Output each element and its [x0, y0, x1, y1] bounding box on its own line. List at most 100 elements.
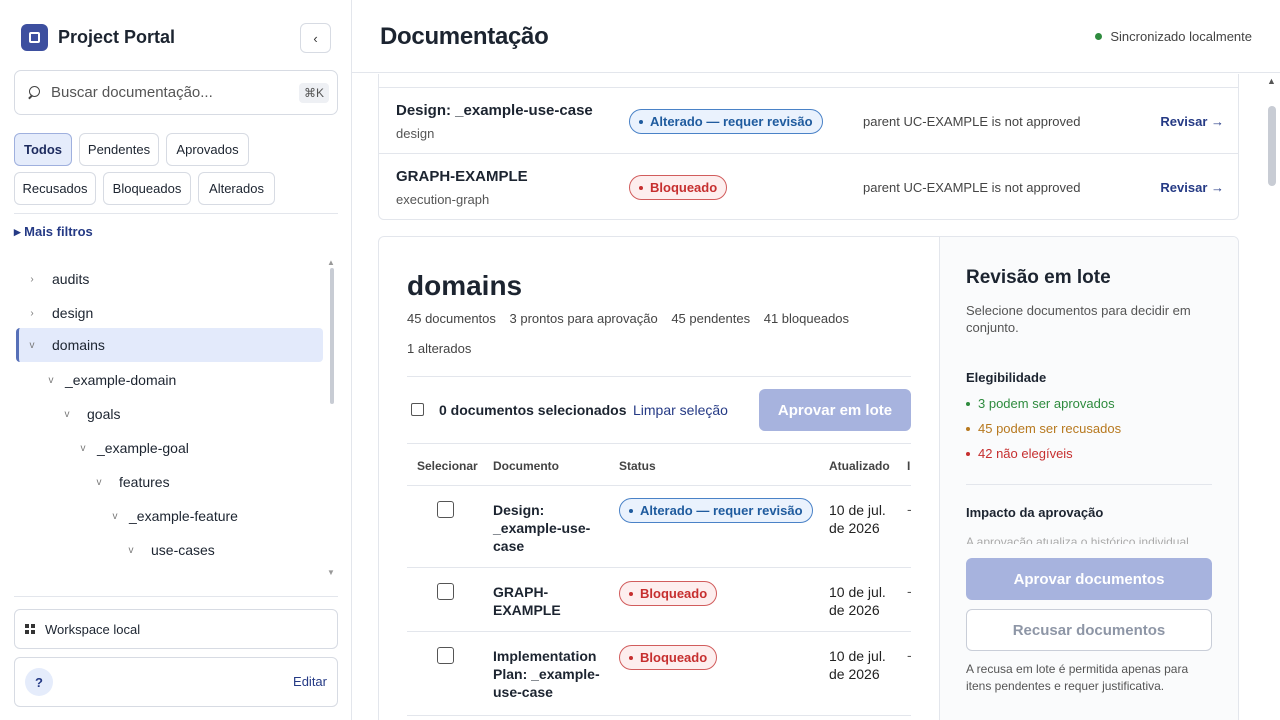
row-date: 10 de jul. de 2026 — [829, 502, 886, 536]
help-panel: ? Editar — [14, 657, 338, 707]
approve-documents-button[interactable]: Aprovar documentos — [966, 558, 1212, 600]
table-header: Selecionar Documento Status Atualizado I — [407, 443, 911, 486]
batch-review-description: Selecione documentos para decidir em con… — [966, 303, 1191, 335]
table-row[interactable]: Design: _example-use-case Alterado — req… — [407, 486, 911, 568]
batch-review-title: Revisão em lote — [966, 267, 1111, 288]
approve-batch-button[interactable]: Aprovar em lote — [759, 389, 911, 431]
search-icon — [27, 85, 41, 100]
workspace-selector[interactable]: Workspace local — [14, 609, 338, 649]
row-date: 10 de jul. de 2026 — [829, 648, 886, 682]
chevron-down-icon: v — [112, 510, 118, 522]
reject-documents-button[interactable]: Recusar documentos — [966, 609, 1212, 651]
filter-aprovados[interactable]: Aprovados — [166, 133, 249, 166]
status-badge: Bloqueado — [619, 645, 718, 670]
tree-item-use-cases[interactable]: v use-cases — [16, 533, 323, 567]
sidebar: Project Portal ‹ ⌘K Todos Pendentes Apro… — [0, 0, 352, 720]
tree-scrollbar[interactable] — [330, 268, 334, 404]
tree-item-label: design — [52, 305, 94, 321]
select-all-checkbox[interactable] — [411, 403, 424, 416]
tree-scroll-down-icon[interactable]: ▼ — [327, 568, 335, 577]
help-icon[interactable]: ? — [25, 668, 53, 696]
row-checkbox[interactable] — [437, 647, 454, 664]
chevron-right-icon: › — [30, 273, 34, 285]
filter-bloqueados[interactable]: Bloqueados — [103, 172, 191, 205]
tree-item-example-domain[interactable]: v _example-domain — [16, 363, 323, 397]
row-extra: - — [907, 501, 911, 517]
chevron-down-icon: v — [29, 339, 35, 351]
more-filters-toggle[interactable]: ▸ Mais filtros — [14, 224, 93, 240]
tree-item-label: domains — [52, 337, 105, 353]
row-date: 10 de jul. de 2026 — [829, 584, 886, 618]
main-scrollbar[interactable] — [1268, 106, 1276, 186]
row-document[interactable]: GRAPH-EXAMPLE — [493, 583, 601, 619]
review-link[interactable]: Revisar → — [1160, 180, 1224, 195]
col-header-select: Selecionar — [417, 459, 478, 473]
row-document[interactable]: Implementation Plan: _example-use-case — [493, 647, 601, 701]
row-document[interactable]: Design: _example-use-case — [493, 501, 601, 555]
tree-item-example-goal[interactable]: v _example-goal — [16, 431, 323, 465]
chevron-down-icon: v — [48, 374, 54, 386]
row-subtitle: execution-graph — [396, 192, 490, 207]
eligibility-title: Elegibilidade — [966, 370, 1047, 385]
brand[interactable]: Project Portal — [21, 24, 175, 51]
tree-item-label: audits — [52, 271, 90, 287]
chevron-right-icon: › — [30, 307, 34, 319]
row-checkbox[interactable] — [437, 501, 454, 518]
col-header-status[interactable]: Status — [619, 459, 656, 473]
tree-item-audits[interactable]: › audits — [16, 262, 323, 296]
clear-selection-link[interactable]: Limpar seleção — [633, 402, 728, 418]
tree-item-example-feature[interactable]: v _example-feature — [16, 499, 323, 533]
impact-title: Impacto da aprovação — [966, 505, 1104, 520]
workspace-label: Workspace local — [45, 621, 141, 637]
stat-changed: 1 alterados — [407, 341, 472, 356]
grid-icon — [25, 624, 35, 634]
tree-item-design[interactable]: › design — [16, 296, 323, 330]
table-row — [379, 74, 1238, 88]
tree-item-label: use-cases — [151, 542, 215, 558]
main-scroll-up-icon[interactable]: ▲ — [1267, 76, 1276, 86]
table-row[interactable]: GRAPH-EXAMPLE Bloqueado 10 de jul. de 20… — [407, 568, 911, 632]
review-queue-table: Design: _example-use-case design Alterad… — [378, 74, 1239, 220]
search-shortcut: ⌘K — [298, 82, 329, 103]
sync-label: Sincronizado localmente — [1110, 29, 1252, 44]
chevron-left-icon: ‹ — [313, 30, 318, 46]
table-row[interactable]: GRAPH-EXAMPLE execution-graph Bloqueado … — [379, 154, 1238, 219]
stat-ready: 3 prontos para aprovação — [509, 311, 658, 326]
domain-panel: domains 45 documentos 3 prontos para apr… — [379, 237, 939, 720]
eligibility-rejectable: 45 podem ser recusados — [966, 421, 1121, 436]
filter-todos[interactable]: Todos — [14, 133, 72, 166]
tree-scroll-up-icon[interactable]: ▲ — [327, 258, 335, 267]
domain-title: domains — [407, 270, 523, 301]
tree-item-goals[interactable]: v goals — [16, 397, 323, 431]
row-checkbox[interactable] — [437, 583, 454, 600]
search-input[interactable] — [51, 84, 299, 101]
filter-alterados[interactable]: Alterados — [198, 172, 275, 205]
chevron-down-icon: v — [80, 442, 86, 454]
row-subtitle: design — [396, 126, 435, 141]
row-extra: - — [907, 647, 911, 663]
app-root: Project Portal ‹ ⌘K Todos Pendentes Apro… — [0, 0, 1280, 720]
col-header-document[interactable]: Documento — [493, 459, 559, 473]
tree-item-features[interactable]: v features — [16, 465, 323, 499]
collapse-sidebar-button[interactable]: ‹ — [300, 23, 331, 53]
table-row[interactable]: Implementation Plan: _example-use-case B… — [407, 632, 911, 716]
status-badge: Alterado — requer revisão — [629, 109, 823, 134]
table-row[interactable]: Design: _example-use-case design Alterad… — [379, 88, 1238, 154]
divider — [407, 376, 911, 377]
status-dot-icon — [1095, 33, 1103, 40]
tree-item-label: goals — [87, 406, 121, 422]
search-box[interactable]: ⌘K — [14, 70, 338, 115]
chevron-down-icon: v — [128, 544, 134, 556]
sidebar-divider — [14, 213, 338, 214]
row-title: GRAPH-EXAMPLE — [396, 168, 528, 185]
filter-recusados[interactable]: Recusados — [14, 172, 96, 205]
edit-link[interactable]: Editar — [293, 674, 327, 689]
filter-pendentes[interactable]: Pendentes — [79, 133, 159, 166]
review-link[interactable]: Revisar → — [1160, 114, 1224, 129]
col-header-more: I — [907, 459, 911, 473]
col-header-updated[interactable]: Atualizado — [829, 459, 890, 473]
stat-documents: 45 documentos — [407, 311, 496, 326]
tree-item-label: features — [119, 474, 170, 490]
tree-item-domains[interactable]: v domains — [16, 328, 323, 362]
stat-pending: 45 pendentes — [671, 311, 751, 326]
